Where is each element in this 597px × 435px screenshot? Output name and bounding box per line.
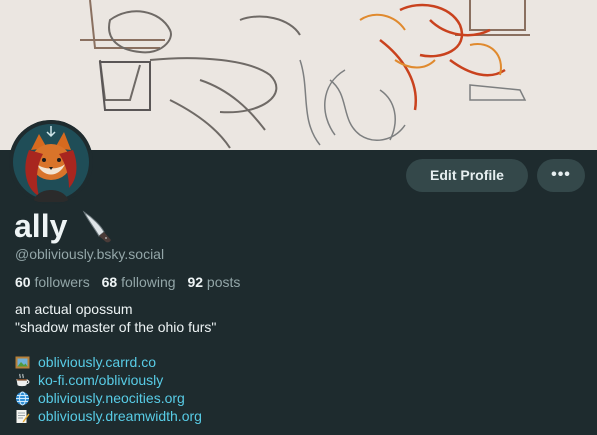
avatar-image	[9, 120, 93, 204]
link-neocities[interactable]: obliviously.neocities.org	[38, 389, 185, 407]
posts-label: posts	[206, 274, 241, 290]
display-name: ally	[14, 208, 68, 244]
following-label: following	[121, 274, 176, 290]
profile-links: obliviously.carrd.co ko-fi.com/oblivious…	[15, 353, 202, 425]
link-row: obliviously.carrd.co	[15, 353, 202, 371]
followers-stat[interactable]: 60 followers	[15, 274, 90, 290]
link-row: obliviously.dreamwidth.org	[15, 407, 202, 425]
framed-picture-icon	[15, 355, 30, 370]
link-row: obliviously.neocities.org	[15, 389, 202, 407]
more-options-icon: •••	[551, 166, 571, 183]
following-stat[interactable]: 68 following	[102, 274, 176, 290]
bio-line: "shadow master of the ohio furs"	[15, 319, 217, 335]
hot-beverage-icon	[15, 373, 30, 388]
followers-count: 60	[15, 274, 31, 290]
link-kofi[interactable]: ko-fi.com/obliviously	[38, 371, 163, 389]
globe-icon	[15, 391, 30, 406]
link-dreamwidth[interactable]: obliviously.dreamwidth.org	[38, 407, 202, 425]
memo-icon	[15, 409, 30, 424]
profile-stats: 60 followers 68 following 92 posts	[15, 273, 248, 291]
kitchen-knife-icon	[81, 209, 113, 243]
banner-illustration	[0, 0, 597, 150]
followers-label: followers	[34, 274, 90, 290]
posts-stat: 92 posts	[187, 274, 240, 290]
profile-handle: @obliviously.bsky.social	[15, 246, 165, 262]
profile-page: Edit Profile ••• ally @obliviously.bsky.…	[0, 0, 597, 435]
following-count: 68	[101, 274, 118, 290]
avatar[interactable]	[9, 120, 93, 204]
bio-line: an actual opossum	[15, 301, 133, 317]
profile-banner[interactable]	[0, 0, 597, 150]
edit-profile-label: Edit Profile	[430, 167, 504, 183]
posts-count: 92	[187, 274, 204, 290]
more-options-button[interactable]: •••	[537, 159, 585, 192]
link-carrd[interactable]: obliviously.carrd.co	[38, 353, 156, 371]
profile-bio: an actual opossum "shadow master of the …	[15, 300, 216, 336]
display-name-row: ally	[14, 206, 113, 246]
edit-profile-button[interactable]: Edit Profile	[406, 159, 528, 192]
link-row: ko-fi.com/obliviously	[15, 371, 202, 389]
